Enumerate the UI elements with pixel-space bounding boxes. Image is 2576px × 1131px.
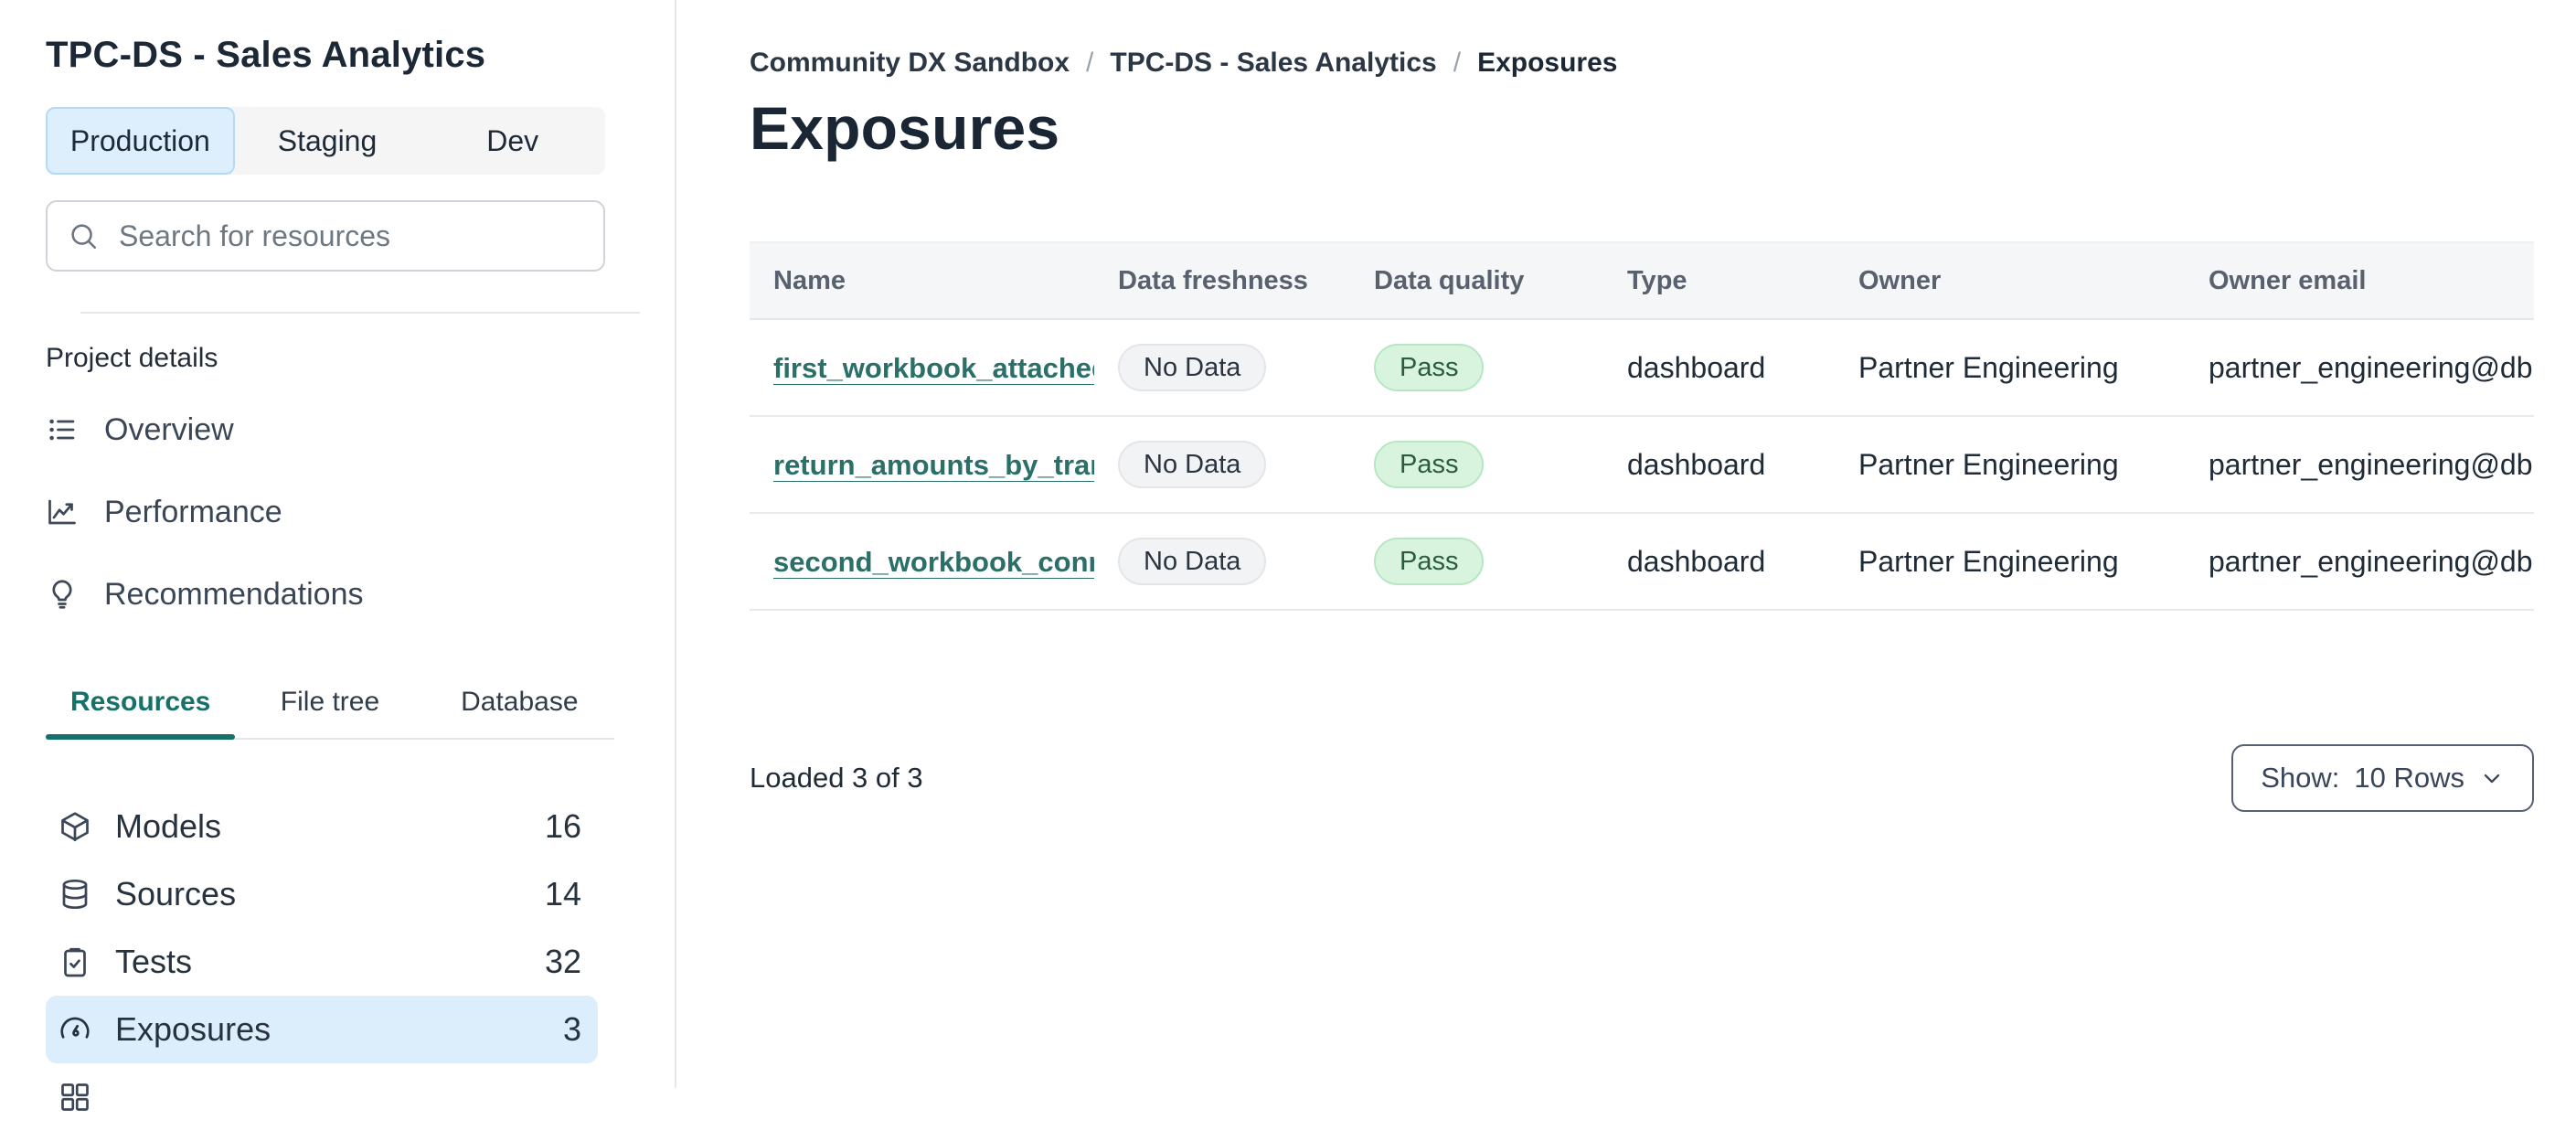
- page-title: Exposures: [750, 94, 1060, 162]
- show-label: Show:: [2261, 762, 2340, 794]
- env-tab-dev[interactable]: Dev: [420, 107, 605, 175]
- chevron-down-icon: [2479, 765, 2505, 791]
- table-row: return_amounts_by_tran... No Data Pass d…: [750, 417, 2534, 514]
- column-header-name: Name: [773, 265, 846, 295]
- column-header-type: Type: [1627, 265, 1687, 295]
- resource-label: Tests: [115, 943, 193, 980]
- breadcrumb-project[interactable]: TPC-DS - Sales Analytics: [1110, 48, 1436, 79]
- sidebar-item-sources[interactable]: Sources 14: [46, 860, 598, 928]
- column-header-data-freshness: Data freshness: [1118, 265, 1308, 295]
- sidebar-item-label: Performance: [104, 494, 282, 529]
- resource-count: 3: [562, 1010, 581, 1048]
- project-title: TPC-DS - Sales Analytics: [46, 35, 486, 75]
- type-cell: dashboard: [1627, 447, 1766, 481]
- exposure-link[interactable]: second_workbook_conn...: [773, 546, 1094, 578]
- breadcrumb-separator: /: [1086, 48, 1094, 78]
- show-value: 10 Rows: [2354, 762, 2464, 794]
- table-header-row: Name Data freshness Data quality Type Ow…: [750, 241, 2534, 320]
- table-footer: Loaded 3 of 3 Show: 10 Rows: [750, 744, 2534, 812]
- project-details-nav: Overview Performance Recommendations: [46, 389, 675, 635]
- column-header-owner: Owner: [1858, 265, 1942, 295]
- loaded-status: Loaded 3 of 3: [750, 762, 923, 794]
- grid-icon: [59, 1081, 91, 1114]
- env-tab-production[interactable]: Production: [46, 107, 235, 175]
- tab-resources[interactable]: Resources: [46, 687, 235, 738]
- owner-email-cell: partner_engineering@dbt...: [2209, 544, 2532, 578]
- sidebar-item-label: Recommendations: [104, 576, 364, 612]
- rows-per-page-dropdown[interactable]: Show: 10 Rows: [2231, 744, 2534, 812]
- tests-icon: [59, 945, 91, 978]
- sidebar-item-recommendations[interactable]: Recommendations: [46, 553, 675, 635]
- resource-count: 14: [544, 875, 581, 912]
- breadcrumb-account[interactable]: Community DX Sandbox: [750, 48, 1070, 79]
- owner-cell: Partner Engineering: [1858, 447, 2119, 481]
- sidebar: TPC-DS - Sales Analytics Production Stag…: [0, 0, 676, 1111]
- sidebar-item-models[interactable]: Models 16: [46, 793, 598, 860]
- column-header-data-quality: Data quality: [1374, 265, 1525, 295]
- sidebar-divider: [80, 312, 640, 314]
- quality-badge: Pass: [1374, 344, 1485, 391]
- quality-badge: Pass: [1374, 441, 1485, 488]
- tab-database[interactable]: Database: [425, 687, 614, 738]
- freshness-badge: No Data: [1118, 538, 1267, 585]
- project-details-label: Project details: [46, 343, 218, 373]
- resource-search[interactable]: [46, 200, 605, 272]
- owner-cell: Partner Engineering: [1858, 544, 2119, 578]
- quality-badge: Pass: [1374, 538, 1485, 585]
- resource-list: Models 16 Sources 14 Tests 32 Exposures …: [46, 793, 675, 1131]
- resource-count: 32: [544, 943, 581, 980]
- freshness-badge: No Data: [1118, 344, 1267, 391]
- main-content: Community DX Sandbox / TPC-DS - Sales An…: [678, 0, 2576, 1088]
- freshness-badge: No Data: [1118, 441, 1267, 488]
- environment-tabs: Production Staging Dev: [46, 107, 605, 175]
- owner-email-cell: partner_engineering@dbt...: [2209, 447, 2532, 481]
- table-row: first_workbook_attached... No Data Pass …: [750, 320, 2534, 417]
- tab-file-tree[interactable]: File tree: [235, 687, 424, 738]
- sidebar-item-partial[interactable]: [46, 1063, 598, 1131]
- recommendations-icon: [46, 578, 79, 611]
- sidebar-item-overview[interactable]: Overview: [46, 389, 675, 471]
- sources-icon: [59, 878, 91, 911]
- search-icon: [68, 220, 99, 251]
- exposure-link[interactable]: first_workbook_attached...: [773, 352, 1094, 384]
- performance-icon: [46, 496, 79, 528]
- type-cell: dashboard: [1627, 544, 1766, 578]
- overview-icon: [46, 413, 79, 446]
- type-cell: dashboard: [1627, 350, 1766, 384]
- column-header-owner-email: Owner email: [2209, 265, 2367, 295]
- resource-label: Models: [115, 807, 222, 845]
- sidebar-item-performance[interactable]: Performance: [46, 471, 675, 553]
- sidebar-item-tests[interactable]: Tests 32: [46, 928, 598, 996]
- table-row: second_workbook_conn... No Data Pass das…: [750, 514, 2534, 611]
- exposure-link[interactable]: return_amounts_by_tran...: [773, 449, 1094, 481]
- resource-label: Exposures: [115, 1010, 271, 1048]
- exposures-icon: [59, 1013, 91, 1046]
- search-input[interactable]: [117, 218, 583, 254]
- resource-count: 16: [544, 807, 581, 845]
- exposures-table: Name Data freshness Data quality Type Ow…: [750, 241, 2534, 611]
- owner-cell: Partner Engineering: [1858, 350, 2119, 384]
- sidebar-item-label: Overview: [104, 411, 234, 447]
- models-icon: [59, 810, 91, 843]
- sidebar-item-exposures[interactable]: Exposures 3: [46, 996, 598, 1063]
- owner-email-cell: partner_engineering@dbt...: [2209, 350, 2532, 384]
- sidebar-view-tabs: Resources File tree Database: [46, 687, 614, 740]
- breadcrumb-separator: /: [1453, 48, 1462, 78]
- resource-label: Sources: [115, 875, 237, 912]
- breadcrumb-current: Exposures: [1477, 48, 1618, 78]
- env-tab-staging[interactable]: Staging: [235, 107, 420, 175]
- breadcrumb: Community DX Sandbox / TPC-DS - Sales An…: [750, 48, 2576, 79]
